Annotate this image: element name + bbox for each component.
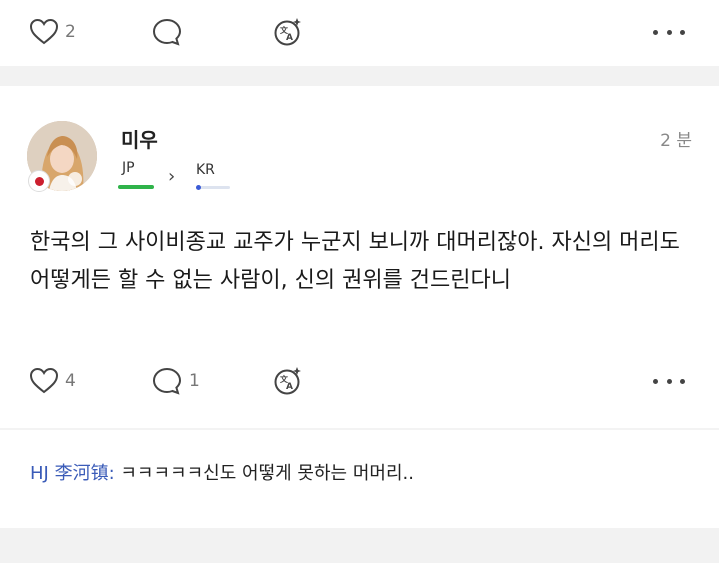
language-indicator: JP › KR	[118, 160, 248, 196]
target-language: KR	[196, 162, 215, 178]
source-language-level	[118, 185, 154, 189]
country-flag-icon	[28, 170, 50, 192]
comment-button[interactable]	[151, 12, 183, 52]
heart-icon	[29, 18, 59, 45]
reply-author[interactable]: HJ 李河镇:	[30, 463, 115, 484]
reply-preview[interactable]: HJ 李河镇: ㅋㅋㅋㅋㅋ신도 어떻게 못하는 머머리..	[30, 459, 414, 485]
comment-button[interactable]: 1	[151, 361, 200, 401]
comment-icon	[152, 18, 182, 46]
like-button[interactable]: 4	[29, 361, 76, 401]
more-options-button[interactable]	[653, 373, 685, 389]
translate-button[interactable]: 文 A	[272, 12, 304, 52]
translate-button[interactable]: 文 A	[272, 361, 304, 401]
post-action-bar: 4 1 文 A	[0, 361, 719, 401]
reply-separator	[0, 428, 719, 430]
like-button[interactable]: 2	[29, 12, 76, 52]
username[interactable]: 미우	[121, 124, 158, 153]
like-count: 2	[65, 22, 76, 42]
more-icon	[653, 378, 658, 384]
post-separator	[0, 66, 719, 86]
top-action-bar: 2 文 A	[0, 12, 719, 52]
svg-text:A: A	[286, 382, 293, 392]
bottom-separator	[0, 528, 719, 563]
more-icon	[653, 29, 658, 35]
target-language-level	[196, 186, 230, 189]
post-body: 한국의 그 사이비종교 교주가 누군지 보니까 대머리잖아. 자신의 머리도 어…	[30, 230, 680, 293]
more-options-button[interactable]	[653, 24, 685, 40]
translate-icon: 文 A	[274, 367, 301, 395]
translate-icon: 文 A	[274, 18, 301, 46]
source-language: JP	[122, 160, 135, 176]
like-count: 4	[65, 371, 76, 391]
chevron-right-icon: ›	[168, 166, 176, 187]
comment-count: 1	[189, 371, 200, 391]
post-timestamp: 2 분	[660, 131, 692, 151]
heart-icon	[29, 367, 59, 394]
reply-text: ㅋㅋㅋㅋㅋ신도 어떻게 못하는 머머리..	[120, 463, 414, 484]
svg-text:A: A	[286, 33, 293, 43]
comment-icon	[152, 367, 182, 395]
